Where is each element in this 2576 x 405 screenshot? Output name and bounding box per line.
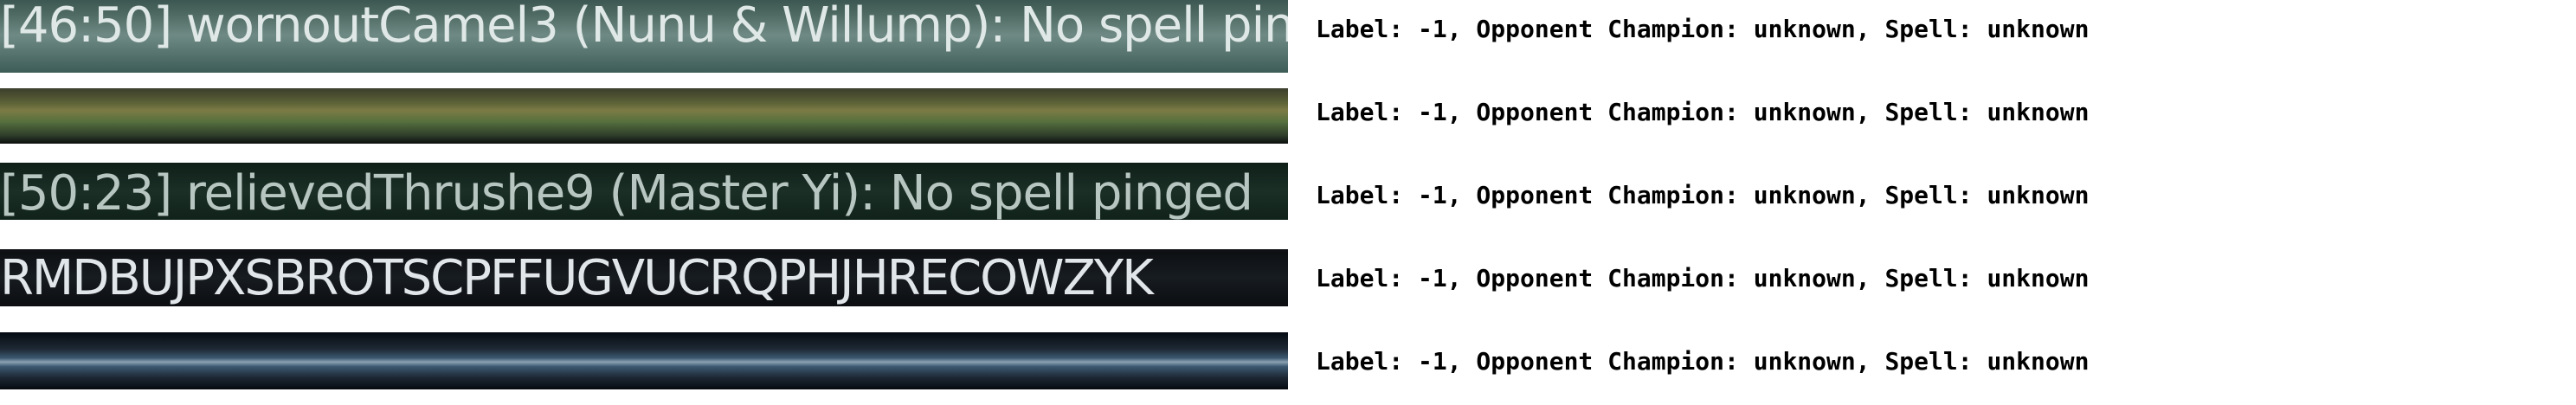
- sample-row: RMDBUJPXSBROTSCPFFUGVUCRQPHJHRECOWZYK La…: [0, 239, 2576, 322]
- crop-text: [50:23] relievedThrushe9 (Master Yi): No…: [0, 165, 1253, 220]
- sample-row: [46:50] wornoutCamel3 (Nunu & Willump): …: [0, 0, 2576, 73]
- image-crop: RMDBUJPXSBROTSCPFFUGVUCRQPHJHRECOWZYK: [0, 249, 1288, 306]
- label-text: Label: -1, Opponent Champion: unknown, S…: [1316, 15, 2090, 43]
- image-crop: [0, 88, 1288, 144]
- crop-text: [46:50] wornoutCamel3 (Nunu & Willump): …: [0, 0, 1288, 54]
- crop-text: RMDBUJPXSBROTSCPFFUGVUCRQPHJHRECOWZYK: [0, 250, 1154, 306]
- sample-row: Label: -1, Opponent Champion: unknown, S…: [0, 322, 2576, 405]
- image-crop: [46:50] wornoutCamel3 (Nunu & Willump): …: [0, 0, 1288, 73]
- image-crop: [50:23] relievedThrushe9 (Master Yi): No…: [0, 163, 1288, 220]
- sample-row: Label: -1, Opponent Champion: unknown, S…: [0, 73, 2576, 156]
- label-text: Label: -1, Opponent Champion: unknown, S…: [1316, 181, 2090, 209]
- sample-grid: [46:50] wornoutCamel3 (Nunu & Willump): …: [0, 0, 2576, 389]
- sample-row: [50:23] relievedThrushe9 (Master Yi): No…: [0, 156, 2576, 239]
- label-text: Label: -1, Opponent Champion: unknown, S…: [1316, 264, 2090, 292]
- label-text: Label: -1, Opponent Champion: unknown, S…: [1316, 347, 2090, 376]
- image-crop: [0, 332, 1288, 389]
- label-text: Label: -1, Opponent Champion: unknown, S…: [1316, 98, 2090, 126]
